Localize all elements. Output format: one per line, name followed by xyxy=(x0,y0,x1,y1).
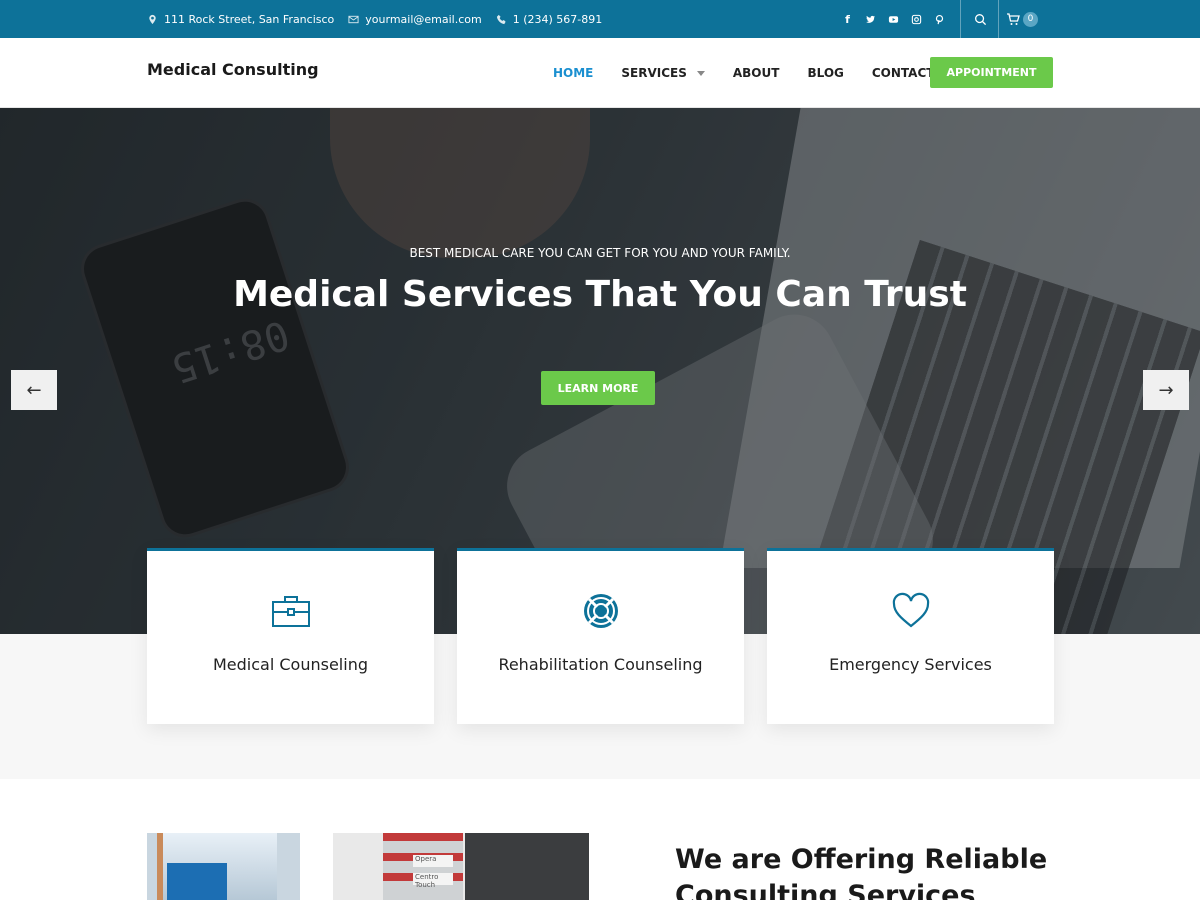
cart-icon xyxy=(1007,13,1020,25)
feature-card[interactable]: Rehabilitation Counseling xyxy=(457,548,744,724)
site-logo[interactable]: Medical Consulting xyxy=(147,60,319,79)
feature-label: Rehabilitation Counseling xyxy=(498,655,703,674)
mail-icon xyxy=(348,15,359,23)
nav-blog-label: BLOG xyxy=(807,66,844,80)
address-item: 111 Rock Street, San Francisco xyxy=(147,13,334,26)
divider xyxy=(998,0,999,38)
arrow-right-icon: → xyxy=(1158,379,1174,401)
feature-label: Medical Counseling xyxy=(213,655,368,674)
nav-blog[interactable]: BLOG xyxy=(807,66,843,80)
nav-services-label: SERVICES xyxy=(621,66,687,80)
youtube-icon[interactable] xyxy=(886,12,901,27)
phone-item[interactable]: 1 (234) 567-891 xyxy=(496,13,603,26)
email-text[interactable]: yourmail@email.com xyxy=(365,13,481,26)
social-links: f xyxy=(840,0,947,38)
divider xyxy=(960,0,961,38)
contact-info: 111 Rock Street, San Francisco yourmail@… xyxy=(147,0,602,38)
nav-home[interactable]: HOME xyxy=(553,66,593,80)
appointment-button[interactable]: APPOINTMENT xyxy=(930,57,1053,88)
brochure-label: Centro Touch xyxy=(413,873,453,889)
nav-contact[interactable]: CONTACT xyxy=(872,66,935,80)
address-text: 111 Rock Street, San Francisco xyxy=(164,12,335,26)
nav-services[interactable]: SERVICES xyxy=(621,66,705,80)
hero-subtitle: BEST MEDICAL CARE YOU CAN GET FOR YOU AN… xyxy=(409,246,791,260)
main-nav: HOME SERVICES ABOUT BLOG CONTACT xyxy=(553,38,962,108)
feature-label: Emergency Services xyxy=(829,655,992,674)
cart-count-badge: 0 xyxy=(1023,11,1038,27)
office-monitor xyxy=(167,863,227,900)
office-image xyxy=(147,833,300,900)
briefcase-icon xyxy=(147,591,434,631)
slider-next-button[interactable]: → xyxy=(1143,370,1189,410)
nav-about[interactable]: ABOUT xyxy=(733,66,780,80)
nav-home-label: HOME xyxy=(553,66,594,80)
slider-prev-button[interactable]: ← xyxy=(11,370,57,410)
location-icon xyxy=(149,14,156,24)
top-bar: 111 Rock Street, San Francisco yourmail@… xyxy=(0,0,1200,38)
email-item[interactable]: yourmail@email.com xyxy=(348,13,482,26)
lifebuoy-icon xyxy=(457,591,744,631)
nav-about-label: ABOUT xyxy=(732,66,780,80)
twitter-icon[interactable] xyxy=(863,12,878,27)
chevron-down-icon xyxy=(696,70,705,76)
brochure-rack-image: Opera Centro Touch xyxy=(333,833,589,900)
feature-card[interactable]: Medical Counseling xyxy=(147,548,434,724)
nav-contact-label: CONTACT xyxy=(871,66,935,80)
instagram-icon[interactable] xyxy=(909,12,924,27)
feature-card[interactable]: Emergency Services xyxy=(767,548,1054,724)
phone-icon xyxy=(496,14,506,24)
facebook-icon[interactable]: f xyxy=(840,12,855,27)
phone-text[interactable]: 1 (234) 567-891 xyxy=(513,13,603,26)
hero-title: Medical Services That You Can Trust xyxy=(233,274,967,315)
site-header: Medical Consulting HOME SERVICES ABOUT B… xyxy=(0,38,1200,108)
pinterest-icon[interactable] xyxy=(932,12,947,27)
arrow-left-icon: ← xyxy=(26,379,42,401)
heart-icon xyxy=(767,591,1054,631)
brochure-label: Opera xyxy=(413,855,453,867)
section-title: We are Offering Reliable Consulting Serv… xyxy=(675,844,1048,900)
learn-more-button[interactable]: LEARN MORE xyxy=(541,371,655,405)
cart-button[interactable]: 0 xyxy=(1006,0,1038,38)
search-icon[interactable] xyxy=(962,0,998,38)
dark-wall xyxy=(465,833,589,900)
